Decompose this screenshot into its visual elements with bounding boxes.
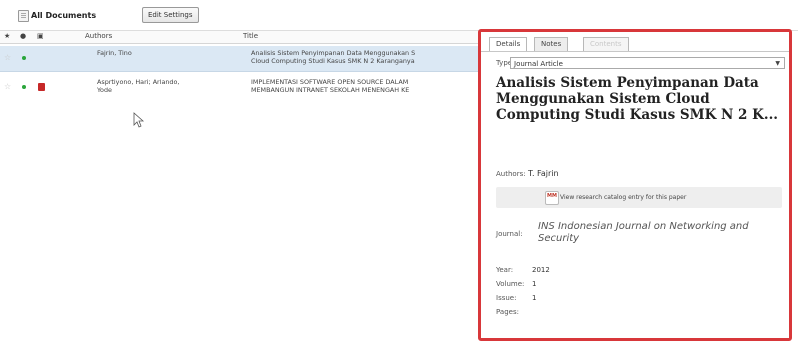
star-icon[interactable]: ☆ (4, 54, 11, 62)
issue-value[interactable]: 1 (532, 294, 536, 302)
journal-value[interactable]: INS Indonesian Journal on Networking and… (538, 221, 763, 245)
table-row[interactable]: ☆ Asprtiyono, Hari; Arlando, Yode IMPLEM… (0, 75, 500, 100)
catalog-link-text: View research catalog entry for this pap… (560, 194, 687, 201)
dropdown-arrow-icon: ▼ (775, 60, 780, 67)
tab-details[interactable]: Details (489, 37, 528, 52)
authors-value[interactable]: T. Fajrin (528, 169, 559, 178)
type-select[interactable]: Journal Article ▼ (510, 57, 785, 69)
read-status-column-header[interactable]: ● (20, 32, 26, 40)
table-row[interactable]: ☆ Fajrin, Tino Analisis Sistem Penyimpan… (0, 46, 500, 72)
tab-notes[interactable]: Notes (534, 37, 569, 51)
file-column-header[interactable]: ▣ (37, 32, 44, 40)
unread-dot-icon[interactable] (22, 85, 26, 89)
details-panel: Details Notes Contents Type: Journal Art… (478, 29, 792, 341)
star-icon[interactable]: ☆ (4, 83, 11, 91)
collection-title: All Documents (31, 11, 97, 20)
volume-label: Volume: (496, 280, 525, 288)
row-authors-line2: Yode (97, 86, 112, 94)
documents-icon (18, 10, 29, 22)
title-column-header[interactable]: Title (243, 32, 258, 40)
type-select-value: Journal Article (514, 60, 563, 68)
research-catalog-link[interactable]: View research catalog entry for this pap… (496, 187, 782, 208)
mendeley-catalog-icon (545, 191, 559, 205)
star-column-header[interactable]: ★ (4, 32, 10, 40)
row-authors: Fajrin, Tino (97, 49, 132, 57)
edit-settings-button[interactable]: Edit Settings (142, 7, 199, 23)
pdf-icon[interactable] (38, 83, 45, 91)
issue-label: Issue: (496, 294, 517, 302)
journal-label: Journal: (496, 230, 523, 238)
year-label: Year: (496, 266, 514, 274)
pages-label: Pages: (496, 308, 519, 316)
row-title-line2: MEMBANGUN INTRANET SEKOLAH MENENGAH KE (251, 86, 410, 94)
authors-column-header[interactable]: Authors (85, 32, 112, 40)
tab-divider (481, 51, 789, 52)
paper-title[interactable]: Analisis Sistem Penyimpanan Data Menggun… (496, 75, 781, 123)
year-value[interactable]: 2012 (532, 266, 550, 274)
tab-contents[interactable]: Contents (583, 37, 629, 51)
authors-label: Authors: (496, 170, 526, 178)
volume-value[interactable]: 1 (532, 280, 536, 288)
document-list: ★ ● ▣ Authors Title ☆ Fajrin, Tino Anali… (0, 31, 500, 338)
unread-dot-icon[interactable] (22, 56, 26, 60)
mouse-cursor-icon (133, 112, 145, 128)
toolbar: All Documents Edit Settings (0, 0, 798, 30)
row-title-line2: Cloud Computing Studi Kasus SMK N 2 Kara… (251, 57, 415, 65)
column-header-row: ★ ● ▣ Authors Title (0, 31, 500, 44)
